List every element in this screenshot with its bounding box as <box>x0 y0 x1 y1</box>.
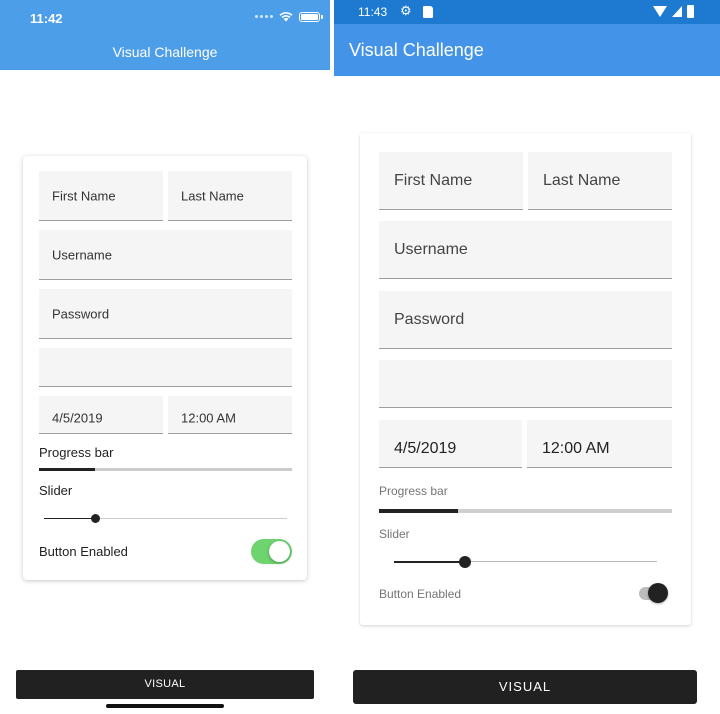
wifi-icon <box>653 6 667 17</box>
progress-bar-label: Progress bar <box>39 445 114 460</box>
slider-thumb[interactable] <box>90 514 100 523</box>
last-name-placeholder: Last Name <box>181 188 244 203</box>
password-field[interactable]: Password <box>379 291 672 349</box>
password-placeholder: Password <box>52 306 110 321</box>
button-enabled-switch[interactable] <box>636 583 672 605</box>
time-value: 12:00 AM <box>542 440 610 458</box>
home-indicator[interactable] <box>106 704 224 708</box>
first-name-placeholder: First Name <box>394 171 473 189</box>
progress-bar-fill <box>39 468 95 471</box>
slider-label: Slider <box>379 527 410 541</box>
form-card: First Name Last Name Username Password 4… <box>23 156 307 580</box>
ios-navigation-bar: 11:42 Visual Challenge <box>0 0 330 70</box>
empty-text-field[interactable] <box>379 360 672 408</box>
first-name-field[interactable]: First Name <box>379 152 523 210</box>
last-name-field[interactable]: Last Name <box>168 171 292 221</box>
progress-bar <box>379 509 672 513</box>
battery-icon <box>299 11 323 22</box>
status-icons <box>653 5 694 18</box>
android-status-bar: 11:43 ⚙ <box>334 0 720 24</box>
button-enabled-label: Button Enabled <box>379 587 462 601</box>
visual-button[interactable]: VISUAL <box>353 670 697 704</box>
progress-bar <box>39 468 292 471</box>
button-enabled-label: Button Enabled <box>39 544 128 559</box>
username-field[interactable]: Username <box>39 230 292 280</box>
slider-label: Slider <box>39 483 73 498</box>
android-app-bar: Visual Challenge <box>334 24 720 76</box>
visual-button[interactable]: VISUAL <box>16 670 314 699</box>
username-placeholder: Username <box>52 247 112 262</box>
last-name-placeholder: Last Name <box>543 171 621 189</box>
slider-fill <box>44 518 96 519</box>
status-icons <box>255 11 323 22</box>
date-value: 4/5/2019 <box>394 440 457 458</box>
time-picker[interactable]: 12:00 AM <box>168 396 292 434</box>
page-title: Visual Challenge <box>112 44 218 60</box>
form-card: First Name Last Name Username Password 4… <box>360 133 691 625</box>
date-picker[interactable]: 4/5/2019 <box>39 396 163 434</box>
battery-icon <box>687 5 694 18</box>
signal-dots-icon <box>255 15 273 18</box>
slider[interactable] <box>44 512 287 524</box>
slider[interactable] <box>394 554 657 568</box>
username-field[interactable]: Username <box>379 221 672 279</box>
progress-bar-fill <box>379 509 459 513</box>
wifi-icon <box>279 12 293 22</box>
date-picker[interactable]: 4/5/2019 <box>379 420 522 468</box>
cell-signal-icon <box>672 6 682 17</box>
progress-bar-label: Progress bar <box>379 484 448 498</box>
date-value: 4/5/2019 <box>52 410 103 426</box>
ios-screen: 11:42 Visual Challenge First Name Last N… <box>0 0 330 714</box>
password-field[interactable]: Password <box>39 289 292 339</box>
empty-text-field[interactable] <box>39 348 292 387</box>
status-time: 11:42 <box>30 11 63 26</box>
android-screen: 11:43 ⚙ Visual Challenge First Name Last… <box>334 0 720 714</box>
switch-knob <box>269 541 290 562</box>
time-picker[interactable]: 12:00 AM <box>527 420 672 468</box>
last-name-field[interactable]: Last Name <box>528 152 672 210</box>
username-placeholder: Username <box>394 240 468 258</box>
slider-fill <box>394 560 465 563</box>
settings-gear-icon: ⚙ <box>400 3 412 18</box>
status-time: 11:43 <box>358 5 388 19</box>
time-value: 12:00 AM <box>181 410 236 426</box>
password-placeholder: Password <box>394 310 465 328</box>
first-name-field[interactable]: First Name <box>39 171 163 221</box>
slider-thumb[interactable] <box>459 556 471 568</box>
page-title: Visual Challenge <box>349 40 484 60</box>
sd-card-icon <box>423 6 433 18</box>
switch-thumb <box>648 583 668 603</box>
button-enabled-switch[interactable] <box>251 539 292 564</box>
first-name-placeholder: First Name <box>52 188 116 203</box>
